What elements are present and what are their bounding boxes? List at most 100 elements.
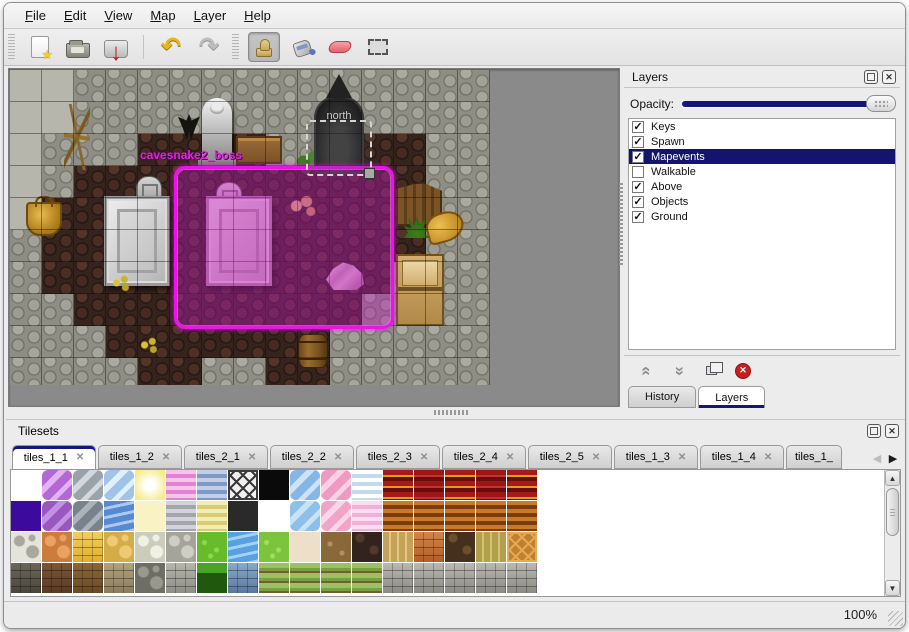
- map-tile[interactable]: [42, 166, 74, 198]
- map-tile[interactable]: [74, 70, 106, 102]
- map-tile[interactable]: [74, 262, 106, 294]
- palette-tile[interactable]: [166, 563, 196, 593]
- palette-tile[interactable]: [445, 501, 475, 531]
- map-tile[interactable]: [330, 358, 362, 385]
- rect-select-button[interactable]: [362, 32, 394, 62]
- menu-edit[interactable]: Edit: [55, 3, 95, 28]
- flowers-object[interactable]: [110, 274, 132, 292]
- layer-row-keys[interactable]: Keys: [629, 119, 895, 134]
- stamp-button[interactable]: [248, 32, 280, 62]
- map-tile[interactable]: [10, 294, 42, 326]
- map-tile[interactable]: [74, 358, 106, 385]
- tileset-tab-tiles_2_1[interactable]: tiles_2_1✕: [184, 445, 268, 469]
- delete-layer-button[interactable]: [730, 359, 756, 383]
- map-tile[interactable]: [170, 70, 202, 102]
- lantern-object[interactable]: [26, 202, 62, 236]
- tileset-tab-tiles_1_4[interactable]: tiles_1_4✕: [700, 445, 784, 469]
- region-selection[interactable]: [174, 166, 394, 329]
- map-view[interactable]: north cavesnake2_boss: [8, 68, 620, 407]
- palette-tile[interactable]: [73, 563, 103, 593]
- vertical-splitter-grip[interactable]: [619, 183, 623, 267]
- branch-object[interactable]: [64, 104, 90, 170]
- toolbar-grip[interactable]: [232, 34, 239, 60]
- map-tile[interactable]: [138, 358, 170, 385]
- map-tile[interactable]: [458, 262, 490, 294]
- map-tile[interactable]: [266, 326, 298, 358]
- map-tile[interactable]: [266, 358, 298, 385]
- palette-tile[interactable]: [507, 501, 537, 531]
- map-tile[interactable]: [10, 134, 42, 166]
- palette-tile[interactable]: [11, 532, 41, 562]
- toolbar-grip[interactable]: [8, 34, 15, 60]
- layer-row-objects[interactable]: Objects: [629, 194, 895, 209]
- table-object[interactable]: [236, 136, 282, 164]
- scroll-up-icon[interactable]: ▲: [885, 470, 900, 486]
- layer-visibility-checkbox[interactable]: [632, 211, 644, 223]
- palette-tile[interactable]: [445, 532, 475, 562]
- new-file-button[interactable]: [24, 32, 56, 62]
- palette-scrollbar[interactable]: ▲ ▼: [884, 470, 900, 596]
- layer-row-above[interactable]: Above: [629, 179, 895, 194]
- palette-tile[interactable]: [352, 563, 382, 593]
- map-tile[interactable]: [202, 326, 234, 358]
- map-tile[interactable]: [138, 70, 170, 102]
- menu-help[interactable]: Help: [235, 3, 280, 28]
- move-layer-down-button[interactable]: «: [666, 359, 692, 383]
- map-tile[interactable]: [426, 102, 458, 134]
- map-tile[interactable]: [10, 358, 42, 385]
- palette-tile[interactable]: [42, 501, 72, 531]
- map-tile[interactable]: [458, 230, 490, 262]
- palette-tile[interactable]: [352, 470, 382, 500]
- palette-tile[interactable]: [73, 532, 103, 562]
- palette-tile[interactable]: [321, 532, 351, 562]
- map-tile[interactable]: [234, 326, 266, 358]
- palette-tile[interactable]: [73, 501, 103, 531]
- palette-tile[interactable]: [104, 470, 134, 500]
- duplicate-layer-button[interactable]: [698, 359, 724, 383]
- map-tile[interactable]: [426, 358, 458, 385]
- scrollbar-thumb[interactable]: [886, 488, 899, 536]
- tileset-tab-tiles_1_2[interactable]: tiles_1_2✕: [98, 445, 182, 469]
- palette-tile[interactable]: [197, 563, 227, 593]
- layer-row-ground[interactable]: Ground: [629, 209, 895, 224]
- palette-tile[interactable]: [507, 470, 537, 500]
- palette-tile[interactable]: [228, 470, 258, 500]
- tileset-tab-tiles_1_3[interactable]: tiles_1_3✕: [614, 445, 698, 469]
- map-tile[interactable]: [10, 326, 42, 358]
- close-tab-icon[interactable]: ✕: [334, 452, 342, 463]
- palette-tile[interactable]: [476, 470, 506, 500]
- palette-tile[interactable]: [135, 532, 165, 562]
- map-tile[interactable]: [458, 70, 490, 102]
- palette-tile[interactable]: [383, 470, 413, 500]
- palette-tile[interactable]: [42, 563, 72, 593]
- map-tile[interactable]: [106, 102, 138, 134]
- palette-tile[interactable]: [290, 532, 320, 562]
- tomb-gray-object[interactable]: [104, 196, 170, 286]
- palette-tile[interactable]: [414, 470, 444, 500]
- palette-tile[interactable]: [383, 532, 413, 562]
- menu-map[interactable]: Map: [141, 3, 184, 28]
- map-tile[interactable]: [426, 70, 458, 102]
- map-tile[interactable]: [394, 102, 426, 134]
- palette-tile[interactable]: [476, 563, 506, 593]
- layer-visibility-checkbox[interactable]: [632, 151, 644, 163]
- close-panel-icon[interactable]: [882, 70, 896, 84]
- palette-tile[interactable]: [414, 563, 444, 593]
- map-tile[interactable]: [106, 326, 138, 358]
- layer-visibility-checkbox[interactable]: [632, 166, 644, 178]
- map-tile[interactable]: [74, 166, 106, 198]
- palette-tile[interactable]: [445, 563, 475, 593]
- map-tile[interactable]: [170, 326, 202, 358]
- palette-tile[interactable]: [135, 470, 165, 500]
- palette-tile[interactable]: [104, 563, 134, 593]
- map-tile[interactable]: [458, 358, 490, 385]
- palette-tile[interactable]: [476, 501, 506, 531]
- palette-tile[interactable]: [383, 563, 413, 593]
- map-tile[interactable]: [106, 294, 138, 326]
- layer-visibility-checkbox[interactable]: [632, 196, 644, 208]
- opacity-slider-handle[interactable]: [866, 95, 896, 112]
- palette-tile[interactable]: [73, 470, 103, 500]
- redo-button[interactable]: ↷: [193, 32, 225, 62]
- palette-tile[interactable]: [104, 501, 134, 531]
- map-tile[interactable]: [10, 166, 42, 198]
